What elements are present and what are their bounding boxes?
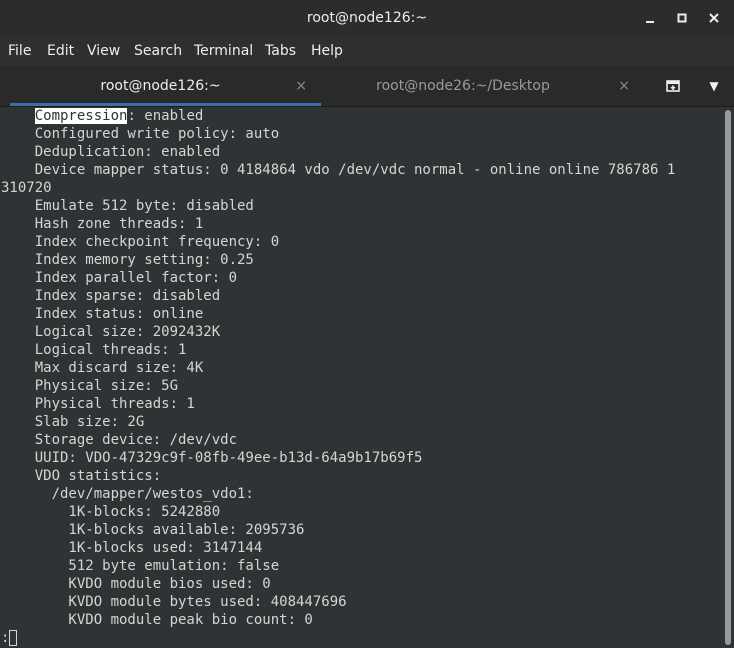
terminal-line: Index checkpoint frequency: 0 — [1, 234, 280, 250]
menu-edit[interactable]: Edit — [47, 36, 74, 66]
tab-close-button[interactable]: × — [295, 66, 307, 106]
tab-close-button[interactable]: × — [618, 66, 630, 106]
terminal-line: 1K-blocks: 5242880 — [1, 504, 221, 520]
maximize-icon — [677, 13, 687, 23]
terminal-line: 1K-blocks used: 3147144 — [1, 540, 263, 556]
window-title: root@node126:~ — [306, 10, 428, 26]
terminal-line: KVDO module bytes used: 408447696 — [1, 594, 347, 610]
terminal-line: 512 byte emulation: false — [1, 558, 280, 574]
terminal-line: Physical threads: 1 — [1, 396, 195, 412]
menu-file[interactable]: File — [8, 36, 31, 66]
terminal-line: KVDO module bios used: 0 — [1, 576, 271, 592]
tab-label: root@node26:~/Desktop — [376, 78, 550, 94]
new-tab-icon — [666, 80, 680, 92]
tab-menu-button[interactable]: ▼ — [704, 76, 724, 96]
terminal-line: Index sparse: disabled — [1, 288, 221, 304]
minimize-button[interactable] — [640, 8, 660, 28]
text-cursor — [9, 630, 18, 646]
menu-view[interactable]: View — [87, 36, 120, 66]
terminal-prompt-line: : — [1, 629, 18, 647]
maximize-button[interactable] — [672, 8, 692, 28]
menu-bar: File Edit View Search Terminal Tabs Help — [0, 36, 734, 66]
menu-tabs[interactable]: Tabs — [265, 36, 296, 66]
terminal-output[interactable]: Compression: enabled Configured write po… — [0, 107, 722, 648]
tab-root-node126[interactable]: root@node126:~ × — [0, 66, 321, 106]
terminal-line: Index parallel factor: 0 — [1, 270, 238, 286]
active-tab-indicator — [10, 103, 321, 106]
terminal-line: Physical size: 5G — [1, 378, 179, 394]
terminal-line: Storage device: /dev/vdc — [1, 432, 238, 448]
terminal-line: KVDO module peak bio count: 0 — [1, 612, 313, 628]
terminal-line: VDO statistics: — [1, 468, 162, 484]
menu-search[interactable]: Search — [134, 36, 182, 66]
terminal-line: 310720 — [1, 180, 52, 196]
selected-text: Compression — [34, 108, 128, 124]
terminal-line: Max discard size: 4K — [1, 360, 204, 376]
terminal-line: Configured write policy: auto — [1, 126, 280, 142]
terminal-window: root@node126:~ File Edit View Search Ter… — [0, 0, 734, 648]
close-button[interactable] — [704, 8, 724, 28]
terminal-line: Slab size: 2G — [1, 414, 145, 430]
terminal-line: Index status: online — [1, 306, 204, 322]
terminal-line: Logical threads: 1 — [1, 342, 187, 358]
terminal-line: Logical size: 2092432K — [1, 324, 221, 340]
terminal-line: Deduplication: enabled — [1, 144, 221, 160]
menu-help[interactable]: Help — [311, 36, 343, 66]
terminal-line: Index memory setting: 0.25 — [1, 252, 254, 268]
close-icon — [709, 13, 719, 23]
tab-root-node26-desktop[interactable]: root@node26:~/Desktop × — [322, 66, 644, 106]
terminal-line: /dev/mapper/westos_vdo1: — [1, 486, 254, 502]
minimize-icon — [646, 21, 654, 23]
title-bar[interactable]: root@node126:~ — [0, 0, 734, 36]
terminal-line: 1K-blocks available: 2095736 — [1, 522, 305, 538]
new-tab-button[interactable] — [664, 76, 684, 96]
terminal-line: UUID: VDO-47329c9f-08fb-49ee-b13d-64a9b1… — [1, 450, 423, 466]
terminal-line: Device mapper status: 0 4184864 vdo /dev… — [1, 162, 676, 178]
vertical-scrollbar[interactable] — [722, 107, 734, 648]
terminal-line: Compression: enabled — [34, 108, 204, 124]
tab-label: root@node126:~ — [100, 78, 221, 94]
scrollbar-thumb[interactable] — [725, 110, 731, 645]
tab-bar: root@node126:~ × root@node26:~/Desktop × — [0, 66, 734, 107]
menu-terminal[interactable]: Terminal — [194, 36, 253, 66]
terminal-line: Hash zone threads: 1 — [1, 216, 204, 232]
pager-prompt: : — [1, 630, 10, 646]
terminal-line: Emulate 512 byte: disabled — [1, 198, 254, 214]
